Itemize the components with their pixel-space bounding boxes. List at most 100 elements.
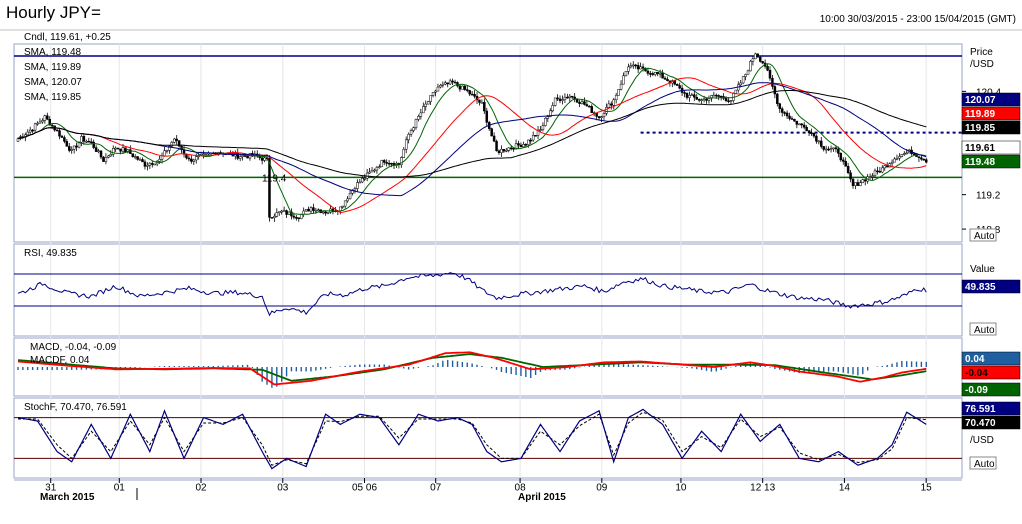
candle <box>439 83 442 89</box>
candle <box>619 80 623 91</box>
candle <box>99 150 103 160</box>
candle <box>407 132 410 144</box>
candle-body <box>107 155 110 158</box>
candle <box>563 93 567 104</box>
macd-value-label-text: -0.04 <box>965 368 988 379</box>
candle-body <box>832 147 835 150</box>
candle <box>614 92 618 104</box>
candle <box>170 140 174 148</box>
candle-body <box>561 99 564 101</box>
candle <box>143 159 147 170</box>
candle <box>295 215 298 221</box>
candlesticks <box>16 52 928 222</box>
candle <box>373 168 376 173</box>
candle-body <box>363 178 366 180</box>
candle-body <box>785 112 789 117</box>
candle-body <box>38 121 42 124</box>
stoch-value-label-text: 70.470 <box>965 418 996 429</box>
candle-body <box>187 157 191 160</box>
candle <box>131 153 135 158</box>
candle <box>766 64 769 72</box>
candle-body <box>614 95 618 101</box>
candle <box>361 175 364 184</box>
candle <box>92 139 95 150</box>
candle <box>756 53 760 58</box>
candle <box>241 154 244 161</box>
time-tick-label: 02 <box>195 482 207 493</box>
candle <box>190 155 193 164</box>
candle <box>424 100 427 111</box>
candle <box>141 157 144 163</box>
candle <box>829 145 833 153</box>
candle-body <box>597 116 601 118</box>
candle-body <box>595 113 598 117</box>
candle-body <box>309 207 313 212</box>
candle-body <box>94 147 98 152</box>
time-tick-label: 12 13 <box>750 482 775 493</box>
candle-body <box>851 178 855 186</box>
candle-body <box>890 161 894 164</box>
candle-body <box>463 85 467 90</box>
candle <box>38 118 42 124</box>
candle-body <box>402 149 406 158</box>
candle <box>187 154 191 162</box>
candle <box>68 143 71 153</box>
candle-body <box>292 215 296 218</box>
candle-body <box>675 84 679 86</box>
price-value-label-text: 119.48 <box>965 157 995 168</box>
candle <box>666 76 669 82</box>
candle <box>500 145 503 157</box>
candle <box>341 205 344 209</box>
candle <box>556 94 559 101</box>
candle <box>693 91 696 102</box>
candle-body <box>905 152 908 155</box>
candle-body <box>815 135 818 142</box>
candle <box>661 69 664 79</box>
price-legend-item: SMA, 119.89 <box>24 62 82 73</box>
candle-body <box>544 118 547 126</box>
candle-body <box>861 179 865 183</box>
panel-frame-stoch <box>13 397 963 479</box>
candle <box>700 98 703 104</box>
candle <box>856 179 860 186</box>
candle-body <box>619 83 623 90</box>
candle-body <box>461 85 464 90</box>
candle-body <box>268 157 271 218</box>
candle <box>780 106 784 117</box>
candle <box>568 93 572 102</box>
candle-body <box>382 160 386 163</box>
candle-body <box>795 120 799 125</box>
candle-body <box>878 170 882 173</box>
auto-button-price[interactable]: Auto <box>969 228 997 242</box>
candle-body <box>158 159 161 162</box>
candle <box>412 126 415 133</box>
candle <box>712 91 716 97</box>
candle <box>302 207 305 218</box>
candle-body <box>802 124 806 128</box>
candle-body <box>883 165 887 169</box>
candle <box>634 63 637 69</box>
candle <box>802 122 806 130</box>
candle-body <box>483 102 486 112</box>
auto-button-rsi[interactable]: Auto <box>969 322 997 336</box>
candle <box>192 158 196 165</box>
candle-body <box>649 73 652 75</box>
candle <box>497 149 501 155</box>
candle-body <box>837 148 840 154</box>
candle-body <box>829 148 833 150</box>
candle <box>502 149 506 153</box>
candle <box>551 102 554 113</box>
auto-button-stoch[interactable]: Auto <box>969 456 997 470</box>
candle <box>683 90 686 98</box>
candle <box>33 122 37 133</box>
candle <box>744 73 747 81</box>
price-value-label: 119.48 <box>961 154 1021 169</box>
panel-frame-rsi <box>13 243 963 337</box>
candle-body <box>568 95 572 98</box>
candle <box>573 93 576 103</box>
candle <box>346 196 349 203</box>
candle <box>97 148 100 154</box>
candle <box>58 128 61 140</box>
candle <box>463 85 467 91</box>
candle-body <box>60 135 64 138</box>
